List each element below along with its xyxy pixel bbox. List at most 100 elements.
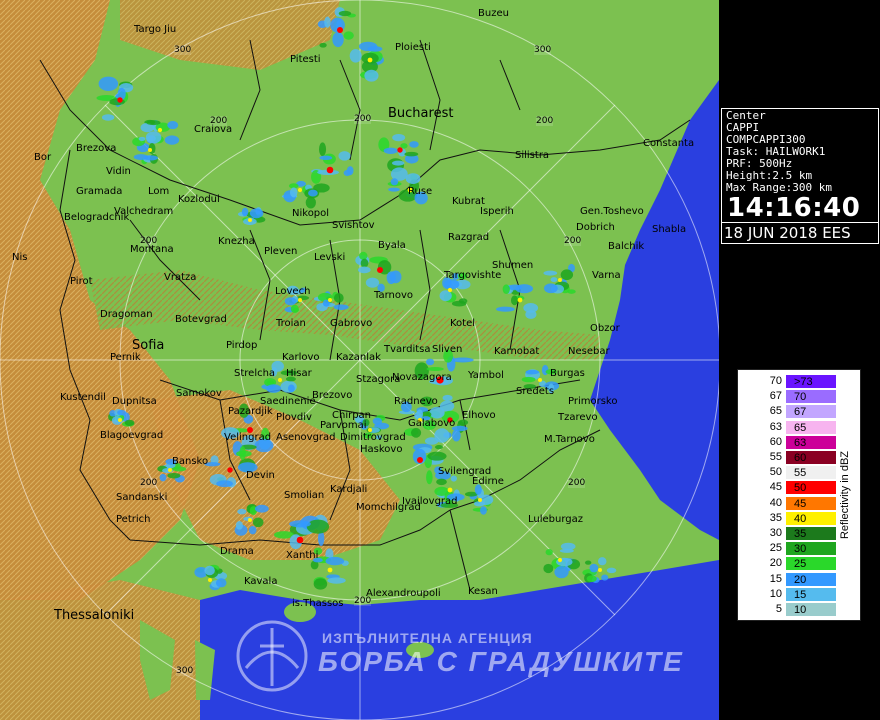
city-label: Primorsko — [568, 396, 618, 407]
city-label: Sredets — [516, 386, 555, 397]
city-label: Gramada — [76, 186, 123, 197]
city-label: Troian — [276, 318, 306, 329]
city-label: Samokov — [176, 388, 222, 399]
legend-lower-bound: 50 — [769, 466, 782, 479]
city-label: Radnevo — [394, 396, 438, 407]
legend-color-swatch: 25 — [786, 557, 836, 571]
legend-upper-bound: >73 — [794, 376, 813, 388]
city-label: Levski — [314, 252, 346, 263]
legend-upper-bound: 70 — [794, 391, 807, 404]
city-label: Edirne — [472, 476, 504, 487]
legend-lower-bound: 40 — [769, 496, 782, 509]
legend-upper-bound: 10 — [794, 604, 807, 616]
range-ring-label: 200 — [354, 596, 372, 606]
legend-lower-bound: 20 — [769, 557, 782, 570]
city-label: Smolian — [284, 490, 325, 501]
range-ring-label: 300 — [176, 666, 194, 676]
legend-row: 63 65 — [742, 420, 836, 435]
city-label: Haskovo — [360, 444, 403, 455]
city-label: Nesebar — [568, 346, 610, 357]
city-label: Nis — [12, 252, 28, 263]
radar-map[interactable]: Buzeu Targo Jiu Ploiesti Pitesti Bucharest Cr… — [0, 0, 719, 720]
city-label: Ivailovgrad — [402, 496, 458, 507]
legend-upper-bound: 30 — [794, 543, 807, 556]
range-ring-label: 200 — [210, 116, 228, 126]
legend-upper-bound: 65 — [794, 421, 807, 434]
legend-lower-bound: 67 — [769, 390, 782, 403]
city-label: Asenovgrad — [276, 432, 336, 443]
city-label: Ruse — [408, 186, 433, 197]
city-label: Dobrich — [576, 222, 615, 233]
city-label: Silistra — [515, 150, 550, 161]
city-label: Pirdop — [226, 340, 258, 351]
city-label: Kozlodui — [178, 194, 220, 205]
city-label: Bucharest — [388, 106, 454, 121]
legend-color-swatch: 50 — [786, 481, 836, 495]
legend-row: 35 40 — [742, 511, 836, 526]
legend-title-box: Reflectivity in dBZ — [834, 370, 856, 620]
legend-upper-bound: 45 — [794, 497, 807, 510]
city-label: Tzarevo — [558, 412, 598, 423]
city-label: Tarnovo — [374, 290, 414, 301]
city-label: Kotel — [450, 318, 476, 329]
legend-color-swatch: 65 — [786, 420, 836, 434]
legend-color-swatch: 30 — [786, 542, 836, 556]
reflectivity-legend: 70 >73 67 70 65 67 63 65 60 63 55 60 50 55 45 50 40 45 35 4… — [737, 369, 861, 621]
legend-upper-bound: 15 — [794, 588, 807, 601]
city-label: Petrich — [116, 514, 151, 525]
range-ring-label: 200 — [568, 478, 586, 488]
legend-lower-bound: 35 — [769, 511, 782, 524]
legend-row: 67 70 — [742, 389, 836, 404]
city-label: Botevgrad — [175, 314, 227, 325]
city-label: Novazagora — [392, 372, 452, 383]
city-label: Gen.Toshevo — [580, 206, 644, 217]
legend-row: 65 67 — [742, 404, 836, 419]
range-ring-label: 300 — [174, 45, 192, 55]
city-label: Ploiesti — [395, 42, 431, 53]
city-label: Targovishte — [444, 270, 502, 281]
radar-info-panel: Center CAPPI COMPCAPPI300 Task: HAILWORK… — [720, 108, 880, 244]
city-label: Pirot — [70, 276, 93, 287]
legend-color-swatch: >73 — [786, 375, 836, 388]
city-label: Kavala — [244, 576, 278, 587]
legend-upper-bound: 67 — [794, 406, 807, 419]
city-label: Dragoman — [100, 309, 153, 320]
legend-color-swatch: 55 — [786, 466, 836, 480]
legend-lower-bound: 30 — [769, 527, 782, 539]
city-label: Hisar — [286, 368, 312, 379]
city-label: Razgrad — [448, 232, 490, 243]
city-label: Thessaloniki — [54, 608, 135, 623]
city-label: is.Thassos — [292, 598, 344, 609]
city-label: Vratza — [164, 272, 197, 283]
legend-lower-bound: 5 — [775, 603, 782, 615]
city-label: Elhovo — [462, 410, 496, 421]
legend-lower-bound: 45 — [769, 481, 782, 494]
city-label: Sofia — [132, 338, 165, 353]
legend-color-swatch: 10 — [786, 603, 836, 616]
city-label: Velingrad — [224, 432, 272, 443]
city-label: Blagoevgrad — [100, 430, 164, 441]
legend-upper-bound: 63 — [794, 436, 807, 449]
city-label: Luleburgaz — [528, 514, 584, 525]
city-label: Sandanski — [116, 492, 168, 503]
city-label: Xanthi — [286, 550, 319, 561]
legend-row: 20 25 — [742, 556, 836, 571]
legend-lower-bound: 63 — [769, 420, 782, 433]
city-label: Yambol — [468, 370, 504, 381]
city-label: Shabla — [652, 224, 687, 235]
city-label: Alexandroupoli — [366, 588, 441, 599]
legend-color-swatch: 67 — [786, 405, 836, 419]
city-label: Kesan — [468, 586, 498, 597]
legend-lower-bound: 15 — [769, 572, 782, 585]
range-ring-label: 200 — [536, 116, 554, 126]
legend-lower-bound: 10 — [769, 587, 782, 600]
legend-row: 40 45 — [742, 496, 836, 511]
range-ring-label: 200 — [140, 478, 158, 488]
legend-row: 10 15 — [742, 587, 836, 602]
legend-lower-bound: 65 — [769, 405, 782, 418]
city-label: M.Tarnovo — [544, 434, 595, 445]
legend-color-swatch: 40 — [786, 511, 836, 525]
legend-color-swatch: 35 — [786, 527, 836, 540]
legend-upper-bound: 20 — [794, 573, 807, 586]
city-label: Plovdiv — [276, 412, 312, 423]
